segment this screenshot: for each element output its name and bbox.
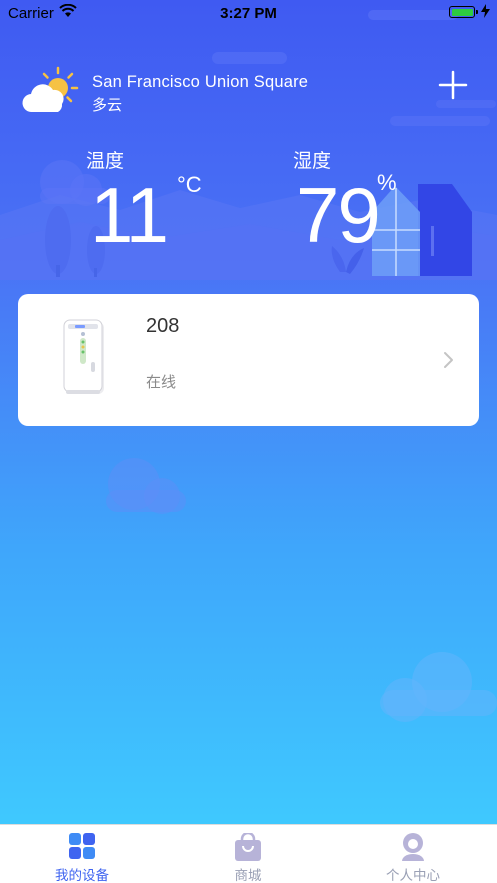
location-label: San Francisco Union Square [92, 73, 309, 91]
battery-icon [449, 6, 478, 18]
temperature-label: 温度 [86, 151, 125, 172]
dehumidifier-icon [63, 319, 104, 394]
tab-label: 我的设备 [55, 868, 109, 883]
device-name: 208 [146, 315, 180, 337]
app-screen: Carrier 3:27 PM San Francisco Union Squa… [0, 0, 497, 883]
humidity-unit: % [377, 170, 397, 195]
background-scenery [0, 10, 497, 722]
status-bar: Carrier 3:27 PM [0, 0, 497, 26]
tab-store[interactable]: 商城 [188, 825, 308, 883]
tab-my-devices[interactable]: 我的设备 [22, 825, 142, 883]
chevron-right-icon [444, 352, 453, 368]
tab-profile[interactable]: 个人中心 [353, 825, 473, 883]
temperature-unit: °C [177, 172, 202, 197]
charging-icon [481, 4, 490, 18]
tab-bar: 我的设备 商城 个人中心 [0, 824, 497, 883]
humidity-value: 79 [296, 171, 381, 259]
add-device-button[interactable] [436, 68, 470, 102]
device-card[interactable]: 208 在线 [18, 294, 479, 426]
partly-cloudy-icon [22, 66, 79, 113]
tab-label: 个人中心 [386, 868, 440, 883]
grid-icon [69, 833, 95, 859]
status-time: 3:27 PM [220, 5, 277, 22]
weather-condition: 多云 [92, 97, 123, 114]
humidity-label: 湿度 [293, 151, 332, 172]
temperature-value: 11 [90, 171, 169, 259]
tab-label: 商城 [234, 868, 262, 883]
shopping-bag-icon [235, 833, 261, 861]
device-status: 在线 [146, 374, 177, 391]
user-icon [402, 833, 424, 861]
